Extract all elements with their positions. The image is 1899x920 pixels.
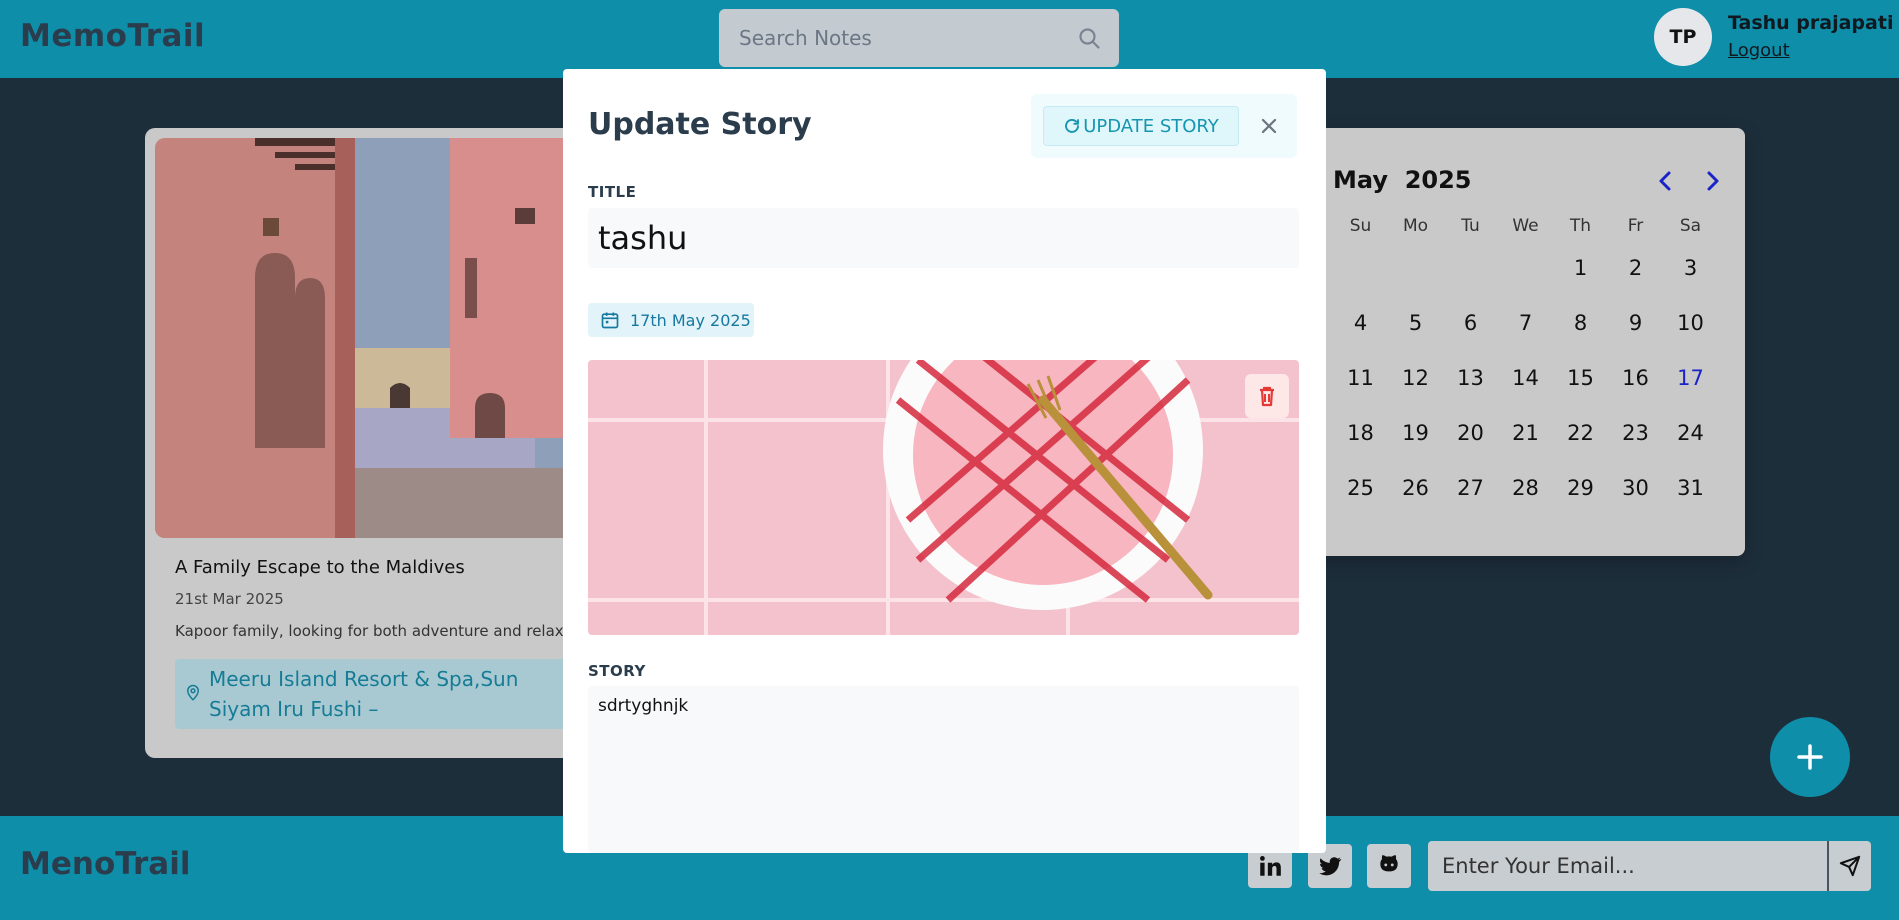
github-button[interactable] — [1367, 844, 1411, 888]
calendar-day[interactable]: 22 — [1553, 406, 1608, 461]
footer-brand: MenoTrail — [20, 846, 191, 882]
calendar-day[interactable]: 29 — [1553, 461, 1608, 516]
calendar-weekday: Fr — [1627, 216, 1644, 236]
calendar-day[interactable]: 12 — [1388, 351, 1443, 406]
close-icon — [1261, 118, 1277, 134]
story-card-location-text: Meeru Island Resort & Spa,Sun Siyam Iru … — [209, 667, 519, 721]
calendar-weekday: Mo — [1402, 216, 1429, 236]
story-textarea[interactable]: sdrtyghnjk — [588, 686, 1299, 853]
calendar-year: 2025 — [1404, 166, 1472, 194]
chevron-right-icon — [1707, 171, 1719, 191]
update-story-button[interactable]: UPDATE STORY — [1043, 106, 1239, 146]
calendar-day[interactable]: 15 — [1553, 351, 1608, 406]
date-picker-button[interactable]: 17th May 2025 — [588, 303, 754, 337]
subscribe-button[interactable] — [1827, 841, 1871, 891]
title-input[interactable] — [588, 208, 1299, 268]
story-card-description: Kapoor family, looking for both adventur… — [175, 622, 573, 640]
avatar: TP — [1654, 8, 1712, 66]
calendar-empty-cell — [1443, 241, 1498, 296]
github-icon — [1380, 855, 1398, 872]
calendar-day[interactable]: 31 — [1663, 461, 1718, 516]
logout-link[interactable]: Logout — [1728, 40, 1790, 61]
calendar-day[interactable]: 18 — [1333, 406, 1388, 461]
calendar-day[interactable]: 24 — [1663, 406, 1718, 461]
story-card-location: Meeru Island Resort & Spa,Sun Siyam Iru … — [175, 659, 575, 729]
close-modal-button[interactable] — [1251, 108, 1287, 144]
calendar-day[interactable]: 21 — [1498, 406, 1553, 461]
calendar-empty-cell — [1388, 241, 1443, 296]
calendar-day[interactable]: 20 — [1443, 406, 1498, 461]
update-story-modal: Update Story UPDATE STORY TITLE 17th May… — [563, 69, 1326, 853]
twitter-icon — [1319, 857, 1342, 876]
search-input[interactable] — [739, 25, 1069, 51]
calendar-day[interactable]: 2 — [1608, 241, 1663, 296]
calendar-day[interactable]: 5 — [1388, 296, 1443, 351]
calendar-empty-cell — [1333, 241, 1388, 296]
refresh-icon — [1065, 119, 1080, 133]
calendar-day[interactable]: 1 — [1553, 241, 1608, 296]
calendar-grid: Su Mo Tu We Th Fr Sa 1 2 3 4 5 6 7 8 9 10 11 12 13 14 15 16 17 1… — [1333, 211, 1718, 516]
calendar-day[interactable]: 16 — [1608, 351, 1663, 406]
story-card[interactable]: A Family Escape to the Maldives 21st Mar… — [145, 128, 575, 758]
modal-actions: UPDATE STORY — [1031, 94, 1297, 158]
calendar-day[interactable]: 13 — [1443, 351, 1498, 406]
delete-image-button[interactable] — [1245, 374, 1289, 418]
send-icon — [1839, 855, 1861, 877]
linkedin-icon — [1260, 856, 1281, 876]
story-card-image — [155, 138, 575, 538]
user-name: Tashu prajapati — [1728, 12, 1894, 34]
calendar-weekday: Tu — [1461, 216, 1480, 236]
story-image — [588, 360, 1299, 635]
plus-icon — [1797, 744, 1823, 770]
email-field[interactable] — [1442, 853, 1822, 879]
date-filter-calendar: May 2025 Su Mo Tu We Th Fr Sa 1 2 3 4 5 6 7 8 9 10 11 12 13… — [1300, 128, 1745, 556]
calendar-month-year: May 2025 — [1333, 166, 1472, 194]
calendar-day[interactable]: 8 — [1553, 296, 1608, 351]
story-card-date: 21st Mar 2025 — [175, 590, 284, 608]
top-navbar: MemoTrail TP Tashu prajapati Logout — [0, 0, 1899, 78]
chevron-left-icon — [1659, 171, 1671, 191]
calendar-day[interactable]: 14 — [1498, 351, 1553, 406]
add-story-button[interactable] — [1770, 717, 1850, 797]
calendar-day[interactable]: 28 — [1498, 461, 1553, 516]
calendar-day[interactable]: 23 — [1608, 406, 1663, 461]
update-story-button-label: UPDATE STORY — [1083, 115, 1219, 137]
calendar-next-button[interactable] — [1696, 165, 1728, 197]
calendar-day[interactable]: 25 — [1333, 461, 1388, 516]
calendar-day[interactable]: 11 — [1333, 351, 1388, 406]
calendar-day[interactable]: 7 — [1498, 296, 1553, 351]
modal-title: Update Story — [588, 107, 812, 142]
calendar-day[interactable]: 30 — [1608, 461, 1663, 516]
calendar-weekday: Sa — [1679, 216, 1702, 236]
brand-logo[interactable]: MemoTrail — [20, 18, 205, 54]
calendar-day[interactable]: 27 — [1443, 461, 1498, 516]
location-icon — [186, 684, 200, 701]
calendar-day[interactable]: 3 — [1663, 241, 1718, 296]
calendar-weekday: We — [1512, 216, 1539, 236]
calendar-weekday: Su — [1349, 216, 1372, 236]
calendar-day[interactable]: 17 — [1663, 351, 1718, 406]
calendar-day[interactable]: 10 — [1663, 296, 1718, 351]
calendar-empty-cell — [1498, 241, 1553, 296]
calendar-day[interactable]: 6 — [1443, 296, 1498, 351]
calendar-day[interactable]: 4 — [1333, 296, 1388, 351]
calendar-icon — [601, 312, 619, 329]
newsletter-form — [1428, 841, 1871, 891]
title-label: TITLE — [588, 183, 637, 201]
calendar-weekday: Th — [1569, 216, 1592, 236]
trash-icon — [1260, 386, 1274, 407]
calendar-prev-button[interactable] — [1650, 165, 1682, 197]
search-icon[interactable] — [1077, 26, 1101, 50]
calendar-day[interactable]: 19 — [1388, 406, 1443, 461]
story-label: STORY — [588, 662, 646, 680]
calendar-day[interactable]: 9 — [1608, 296, 1663, 351]
story-date: 17th May 2025 — [630, 310, 751, 330]
calendar-month: May — [1333, 166, 1388, 194]
search-box — [719, 9, 1119, 67]
calendar-day[interactable]: 26 — [1388, 461, 1443, 516]
story-card-title: A Family Escape to the Maldives — [175, 557, 465, 578]
